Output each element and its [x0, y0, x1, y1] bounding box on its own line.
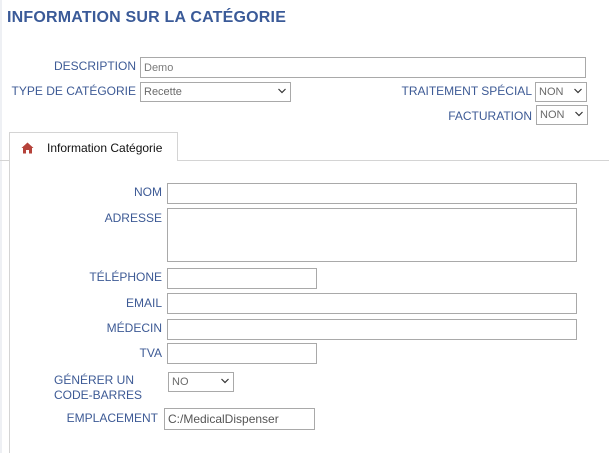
chevron-down-icon — [221, 378, 229, 384]
name-label: NOM — [134, 185, 162, 199]
tab-label: Information Catégorie — [47, 141, 163, 155]
billing-select[interactable]: NON — [536, 105, 588, 125]
doctor-label: MÉDECIN — [106, 321, 162, 335]
vat-label: TVA — [139, 346, 162, 360]
vat-input[interactable] — [167, 343, 317, 364]
special-treatment-value: NON — [539, 86, 564, 98]
special-treatment-select[interactable]: NON — [535, 82, 587, 102]
home-icon — [21, 142, 34, 154]
category-type-value: Recette — [144, 86, 182, 98]
special-treatment-label: TRAITEMENT SPÉCIAL — [401, 84, 532, 98]
address-textarea[interactable] — [167, 208, 577, 262]
chevron-down-icon — [574, 88, 582, 94]
tab-divider — [178, 160, 609, 161]
category-type-select[interactable]: Recette — [140, 82, 291, 102]
barcode-select[interactable]: NO — [168, 372, 234, 392]
email-label: EMAIL — [125, 296, 162, 310]
location-input[interactable]: C:/MedicalDispenser — [164, 408, 315, 430]
window-edge — [0, 0, 2, 453]
email-input[interactable] — [167, 293, 577, 314]
chevron-down-icon — [575, 111, 583, 117]
address-label: ADRESSE — [104, 211, 162, 225]
barcode-label-line1: GÉNÉRER UN — [54, 373, 135, 387]
name-input[interactable] — [167, 183, 577, 204]
location-label: EMPLACEMENT — [66, 411, 158, 425]
billing-label: FACTURATION — [448, 109, 532, 123]
billing-value: NON — [540, 109, 565, 121]
tab-information-categorie[interactable]: Information Catégorie — [9, 132, 178, 161]
phone-input[interactable] — [167, 268, 317, 289]
page-title: INFORMATION SUR LA CATÉGORIE — [7, 9, 287, 26]
category-type-label: TYPE DE CATÉGORIE — [11, 84, 136, 98]
panel-border — [9, 160, 10, 453]
doctor-input[interactable] — [167, 319, 577, 340]
barcode-value: NO — [172, 376, 189, 388]
chevron-down-icon — [278, 88, 286, 94]
phone-label: TÉLÉPHONE — [89, 270, 162, 284]
description-input[interactable]: Demo — [140, 57, 586, 78]
description-label: DESCRIPTION — [53, 59, 136, 73]
tab-divider — [0, 160, 9, 161]
barcode-label-line2: CODE-BARRES — [54, 388, 143, 402]
